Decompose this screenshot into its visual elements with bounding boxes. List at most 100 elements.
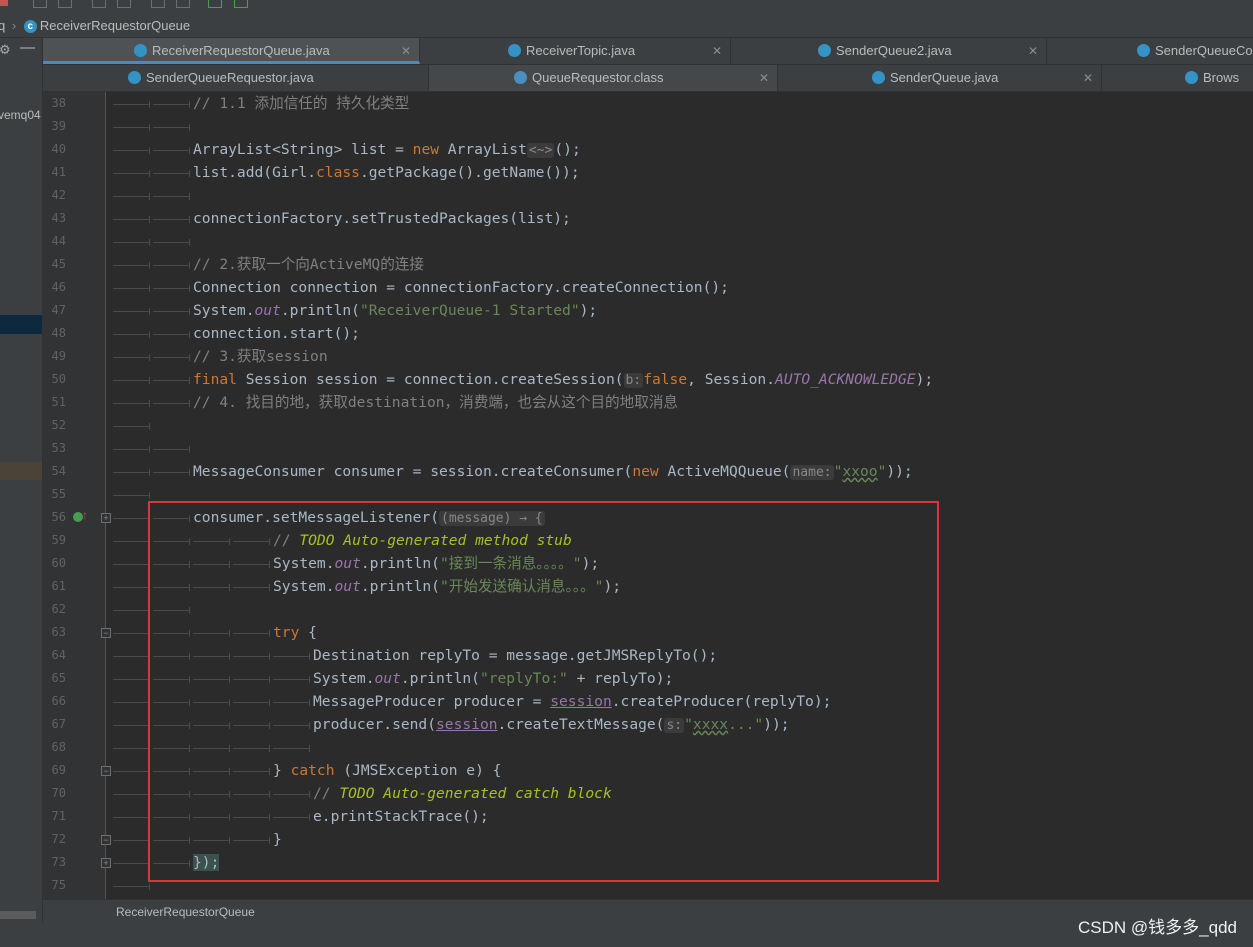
tab-sender-queue[interactable]: SenderQueue.java ✕ [778,65,1102,91]
code-line[interactable]: // 4. 找目的地，获取destination，消费端，也会从这个目的地取消息 [193,391,678,414]
keyword: false [643,371,688,388]
parameter-hint: name: [790,465,834,480]
line-number: 69 [51,763,66,777]
line-number: 43 [51,211,66,225]
search-icon[interactable] [176,0,190,8]
tab-sender-queue-requestor[interactable]: SenderQueueRequestor.java [43,65,429,91]
watermark: CSDN @钱多多_qdd [1078,918,1237,937]
line-number: 67 [51,717,66,731]
line-number: 63 [51,625,66,639]
line-number: 61 [51,579,66,593]
close-icon[interactable]: ✕ [759,65,769,91]
stop-icon[interactable] [0,0,8,6]
gutter-separator [105,92,106,899]
class-icon [508,44,521,58]
comment: // 2.获取一个向ActiveMQ的连接 [193,256,424,273]
breadcrumb-file[interactable]: ReceiverRequestorQueue [40,18,190,33]
gear-icon[interactable]: ⚙ [0,42,11,58]
tab-sender-queue-con[interactable]: SenderQueueCon [1047,38,1253,64]
close-icon[interactable]: ✕ [1083,65,1093,91]
fold-collapse-icon[interactable]: − [101,628,111,638]
code-token: , Session. [687,371,775,388]
line-number: 41 [51,165,66,179]
code-token: .getPackage().getName()); [359,164,580,181]
code-line[interactable]: connectionFactory.setTrustedPackages(lis… [193,207,571,230]
static-field: out [254,302,281,319]
code-token: MessageConsumer consumer = session.creat… [193,463,633,480]
line-number: 51 [51,395,66,409]
vcs-commit-icon[interactable] [234,0,248,8]
line-number: 60 [51,556,66,570]
tab-label: SenderQueueCon [1155,43,1253,58]
breadcrumb: q › c ReceiverRequestorQueue [0,14,1253,38]
tab-label: Brows [1203,70,1240,85]
horizontal-scrollbar[interactable] [0,911,36,919]
fold-collapse-icon[interactable]: − [101,835,111,845]
line-number: 70 [51,786,66,800]
code-line[interactable]: // 3.获取session [193,345,328,368]
keyword: new [632,463,659,480]
code-line[interactable]: // 2.获取一个向ActiveMQ的连接 [193,253,424,276]
code-line[interactable]: list.add(Girl.class.getPackage().getName… [193,161,580,184]
keyword: new [412,141,440,158]
code-line[interactable]: final Session session = connection.creat… [193,368,933,392]
tab-label: QueueRequestor.class [532,70,664,85]
tab-receiver-requestor-queue[interactable]: ReceiverRequestorQueue.java ✕ [43,38,420,64]
structure-icon[interactable] [117,0,131,8]
breadcrumb-root[interactable]: q [0,18,5,33]
close-icon[interactable]: ✕ [1028,38,1038,64]
code-token: (); [554,141,581,158]
vcs-update-icon[interactable] [208,0,222,8]
parameter-hint: b: [623,373,644,388]
line-number: 65 [51,671,66,685]
code-token: connection.start(); [193,325,360,342]
context-label[interactable]: ReceiverRequestorQueue [116,905,255,919]
line-number: 54 [51,464,66,478]
code-token: ); [915,371,934,388]
comment: // 3.获取session [193,348,328,365]
fold-collapse-icon[interactable]: − [101,766,111,776]
code-line[interactable]: connection.start(); [193,322,360,345]
line-number: 53 [51,441,66,455]
toolbar-icon[interactable] [58,0,72,8]
project-tree-item[interactable]: vemq04 [0,108,41,122]
project-panel: ⚙ — vemq04 [0,38,43,923]
code-line[interactable]: System.out.println("ReceiverQueue-1 Star… [193,299,597,322]
toolbar-icon[interactable] [33,0,47,8]
tab-browser[interactable]: Brows [1102,65,1253,91]
class-icon [818,44,831,58]
code-line[interactable]: ArrayList<String> list = new ArrayList <~… [193,138,581,162]
fold-expand-icon[interactable]: + [101,858,111,868]
code-line[interactable]: Connection connection = connectionFactor… [193,276,729,299]
code-token: list.add(Girl. [193,164,317,181]
tab-receiver-topic[interactable]: ReceiverTopic.java ✕ [420,38,731,64]
tab-label: SenderQueueRequestor.java [146,70,314,85]
tab-label: ReceiverTopic.java [526,43,636,58]
settings-icon[interactable] [151,0,165,8]
line-number: 47 [51,303,66,317]
close-icon[interactable]: ✕ [712,38,722,64]
line-number: 59 [51,533,66,547]
class-icon [1137,44,1150,58]
line-number: 56 [51,510,66,524]
line-number: 71 [51,809,66,823]
editor-tabs-row-1: ReceiverRequestorQueue.java ✕ ReceiverTop… [43,38,1253,65]
tab-queue-requestor-class[interactable]: QueueRequestor.class ✕ [429,65,778,91]
close-icon[interactable]: ✕ [401,38,411,64]
line-number: 39 [51,119,66,133]
line-number: 46 [51,280,66,294]
code-line[interactable]: MessageConsumer consumer = session.creat… [193,460,913,484]
tab-sender-queue2[interactable]: SenderQueue2.java ✕ [731,38,1047,64]
fold-expand-icon[interactable]: + [101,513,111,523]
selected-tree-row[interactable] [0,315,42,334]
collapse-icon[interactable]: — [20,39,35,56]
line-number: 45 [51,257,66,271]
tree-row[interactable] [0,462,42,480]
editor-tabs-row-2: SenderQueueRequestor.java QueueRequestor… [43,65,1253,92]
editor-breadcrumb-bar: ReceiverRequestorQueue [43,899,1253,924]
string-literal: "ReceiverQueue-1 Started" [359,302,580,319]
highlight-box [148,501,939,882]
code-line[interactable]: // 1.1 添加信任的 持久化类型 [193,92,409,115]
build-icon[interactable] [92,0,106,8]
arrow-up-icon[interactable]: ↑ [82,508,88,522]
